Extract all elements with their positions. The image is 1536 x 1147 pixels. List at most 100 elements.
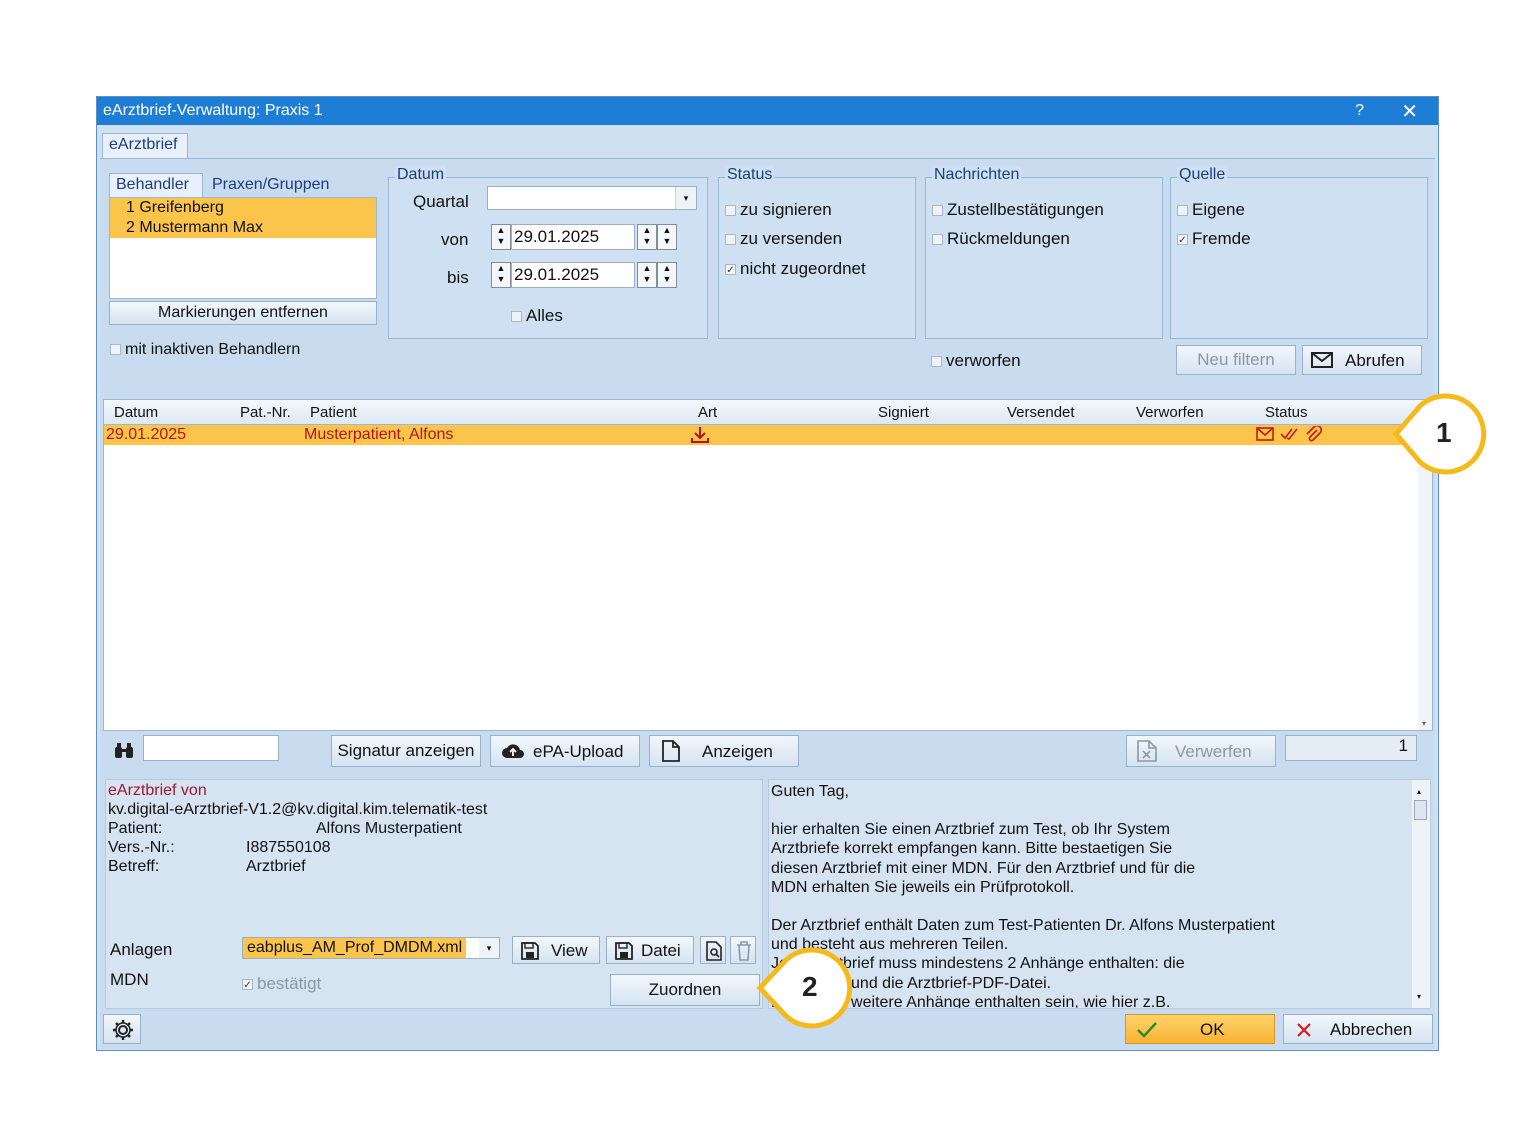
verwerfen-button[interactable]: Verwerfen — [1126, 735, 1276, 767]
message-line: Der Arztbrief enthält Daten zum Test-Pat… — [771, 917, 1275, 935]
tab-earztbrief[interactable]: eArztbrief — [102, 133, 188, 159]
status-group: Status zu signieren zu versenden ✓ nicht … — [718, 166, 916, 339]
anlagen-select[interactable]: eabplus_AM_Prof_DMDM.xml ▾ — [242, 937, 500, 959]
von-spin-left[interactable]: ▲ ▼ — [491, 224, 511, 250]
help-button[interactable]: ? — [1355, 102, 1364, 120]
checkbox-label: Alles — [526, 306, 563, 325]
col-versendet[interactable]: Versendet — [1007, 404, 1075, 421]
save-icon — [615, 942, 633, 960]
anzeigen-label: Anzeigen — [702, 742, 773, 761]
checkbox-box — [931, 356, 942, 368]
ok-button[interactable]: OK — [1125, 1014, 1275, 1044]
search-input[interactable] — [143, 735, 279, 761]
eigene-checkbox[interactable]: Eigene — [1177, 200, 1245, 220]
save-icon — [521, 942, 539, 960]
col-art[interactable]: Art — [698, 404, 717, 421]
bis-spin-right-a[interactable]: ▲ ▼ — [637, 262, 657, 288]
checkbox-box — [1177, 205, 1188, 217]
zu-signieren-checkbox[interactable]: zu signieren — [725, 200, 832, 220]
von-spin-right-a[interactable]: ▲ ▼ — [637, 224, 657, 250]
document-delete-icon — [1137, 740, 1157, 762]
nicht-zugeordnet-checkbox[interactable]: ✓ nicht zugeordnet — [725, 259, 866, 279]
detail-header: eArztbrief von — [108, 782, 207, 799]
alles-checkbox[interactable]: Alles — [511, 306, 563, 326]
chevron-down-icon[interactable]: ▾ — [675, 187, 696, 209]
zu-versenden-checkbox[interactable]: zu versenden — [725, 229, 842, 249]
col-status[interactable]: Status — [1265, 404, 1308, 421]
download-icon — [691, 427, 709, 443]
col-patient[interactable]: Patient — [310, 404, 357, 421]
chevron-down-icon[interactable]: ▾ — [1422, 719, 1426, 728]
bis-spin-right-b[interactable]: ▲ ▼ — [657, 262, 677, 288]
signatur-anzeigen-button[interactable]: Signatur anzeigen — [331, 735, 481, 767]
bis-spin-left[interactable]: ▲ ▼ — [491, 262, 511, 288]
checkbox-box — [110, 344, 121, 356]
dialog-window: eArztbrief-Verwaltung: Praxis 1 ? ✕ eArz… — [96, 96, 1439, 1051]
fremde-checkbox[interactable]: ✓ Fremde — [1177, 229, 1251, 249]
abrufen-button[interactable]: Abrufen — [1302, 345, 1422, 375]
von-date-input[interactable]: 29.01.2025 — [511, 224, 635, 250]
epa-upload-label: ePA-Upload — [533, 742, 624, 761]
callout-badge-1: 1 — [1436, 417, 1452, 448]
checkbox-box: ✓ — [1177, 234, 1188, 247]
zustellbestaetigungen-checkbox[interactable]: Zustellbestätigungen — [932, 200, 1104, 220]
col-verworfen[interactable]: Verworfen — [1136, 404, 1204, 421]
count-field: 1 — [1285, 735, 1417, 761]
checkbox-label: zu versenden — [740, 229, 843, 248]
col-patnr[interactable]: Pat.-Nr. — [240, 404, 291, 421]
callout-badge-2: 2 — [802, 971, 818, 1002]
view-label: View — [551, 941, 588, 960]
title-bar: eArztbrief-Verwaltung: Praxis 1 ? ✕ — [97, 97, 1438, 125]
abbrechen-button[interactable]: Abbrechen — [1283, 1014, 1433, 1044]
trash-icon — [737, 941, 751, 961]
anzeigen-button[interactable]: Anzeigen — [649, 735, 799, 767]
settings-button[interactable] — [103, 1014, 141, 1044]
message-line: Jeder Arztbrief muss mindestens 2 Anhäng… — [771, 955, 1185, 973]
scroll-thumb[interactable] — [1414, 800, 1427, 820]
envelope-icon — [1311, 352, 1333, 368]
tab-behandler[interactable]: Behandler — [109, 173, 203, 197]
message-scrollbar[interactable]: ▴ ▾ — [1412, 780, 1430, 1008]
row-patient: Musterpatient, Alfons — [304, 426, 454, 443]
preview-button[interactable] — [700, 936, 726, 964]
list-item[interactable]: 1 Greifenberg — [126, 198, 376, 218]
von-spin-right-b[interactable]: ▲ ▼ — [657, 224, 677, 250]
group-legend: Quelle — [1177, 166, 1228, 184]
table-row[interactable]: 29.01.2025 Musterpatient, Alfons — [104, 425, 1416, 445]
verworfen-checkbox[interactable]: verworfen — [931, 351, 1021, 371]
datum-group: Datum Quartal ▾ von ▲ ▼ 29.01.2025 ▲ ▼ ▲ ▼ … — [388, 166, 708, 339]
anlagen-value: eabplus_AM_Prof_DMDM.xml — [243, 938, 467, 958]
chevron-up-icon[interactable]: ▴ — [1417, 782, 1421, 801]
zuordnen-button[interactable]: Zuordnen — [610, 974, 760, 1006]
checkbox-box — [932, 234, 943, 246]
binoculars-icon[interactable] — [114, 743, 134, 759]
verwerfen-label: Verwerfen — [1175, 742, 1252, 761]
paperclip-icon — [1306, 426, 1322, 442]
checkbox-label: Zustellbestätigungen — [947, 200, 1104, 219]
quelle-group: Quelle Eigene ✓ Fremde — [1170, 166, 1428, 339]
inaktive-behandler-checkbox[interactable]: mit inaktiven Behandlern — [110, 341, 300, 359]
rueckmeldungen-checkbox[interactable]: Rückmeldungen — [932, 229, 1070, 249]
datei-label: Datei — [641, 941, 681, 960]
betreff-value: Arztbrief — [246, 858, 306, 875]
chevron-down-icon[interactable]: ▾ — [479, 938, 499, 958]
datei-button[interactable]: Datei — [606, 936, 694, 964]
markierungen-entfernen-button[interactable]: Markierungen entfernen — [109, 301, 377, 325]
checkbox-box: ✓ — [242, 979, 253, 992]
col-signiert[interactable]: Signiert — [878, 404, 929, 421]
list-item[interactable]: 2 Mustermann Max — [126, 218, 376, 238]
mdn-label: MDN — [110, 970, 149, 989]
chevron-down-icon[interactable]: ▾ — [1417, 987, 1421, 1006]
anlagen-label: Anlagen — [110, 940, 173, 959]
col-datum[interactable]: Datum — [114, 404, 158, 421]
bis-date-input[interactable]: 29.01.2025 — [511, 262, 635, 288]
quartal-select[interactable]: ▾ — [487, 186, 697, 210]
checkbox-label: verworfen — [946, 351, 1021, 370]
view-button[interactable]: View — [512, 936, 600, 964]
close-icon[interactable]: ✕ — [1401, 99, 1418, 124]
epa-upload-button[interactable]: ePA-Upload — [490, 735, 640, 767]
neu-filtern-button[interactable]: Neu filtern — [1176, 345, 1296, 375]
message-body: Guten Tag, hier erhalten Sie einen Arztb… — [768, 779, 1431, 1009]
tab-praxen-gruppen[interactable]: Praxen/Gruppen — [212, 176, 329, 194]
mdn-checkbox[interactable]: ✓ bestätigt — [242, 974, 321, 994]
